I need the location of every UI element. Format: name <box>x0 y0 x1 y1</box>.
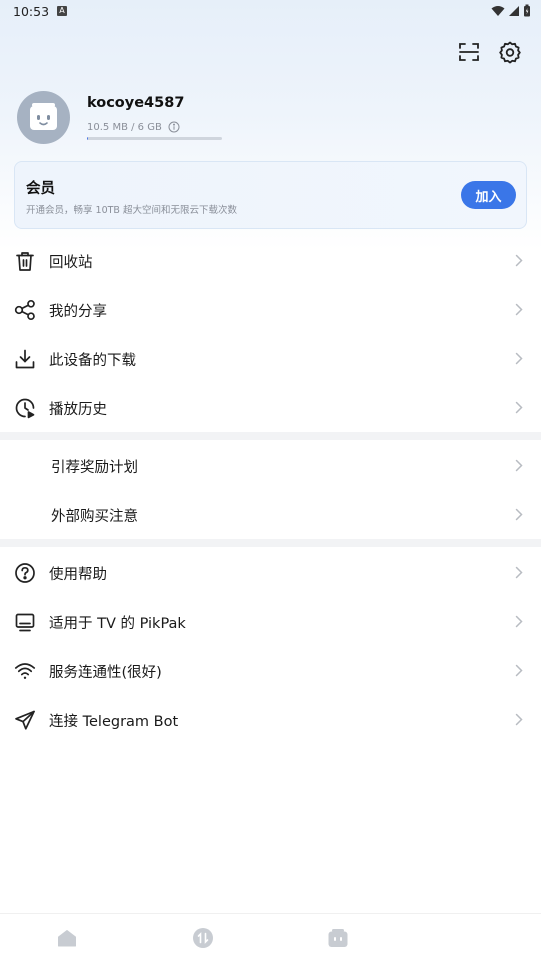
menu-item-external-purchase-notice[interactable]: 外部购买注意 <box>0 490 541 539</box>
history-icon <box>15 398 35 419</box>
section-divider <box>0 432 541 440</box>
storage-text: 10.5 MB / 6 GB <box>87 121 162 133</box>
nav-tab-profile[interactable] <box>326 926 350 950</box>
vip-title: 会员 <box>26 181 55 197</box>
status-time: 10:53 <box>13 4 50 19</box>
notification-badge: A <box>57 6 67 16</box>
help-icon <box>15 563 35 583</box>
storage-info: 10.5 MB / 6 GB <box>87 121 180 133</box>
home-icon <box>58 930 76 947</box>
trash-icon <box>16 252 34 271</box>
chevron-right-icon <box>515 352 523 365</box>
chevron-right-icon <box>515 303 523 316</box>
menu-item-device-downloads[interactable]: 此设备的下载 <box>0 334 541 383</box>
section-divider <box>0 539 541 547</box>
chevron-right-icon <box>515 254 523 267</box>
status-icons <box>491 4 531 17</box>
menu-item-label: 适用于 TV 的 PikPak <box>49 616 186 632</box>
nav-tab-transfer[interactable] <box>191 926 215 950</box>
vip-description: 开通会员，畅享 10TB 超大空间和无限云下载次数 <box>26 205 237 216</box>
menu-item-label: 播放历史 <box>49 402 107 418</box>
menu-item-label: 连接 Telegram Bot <box>49 714 179 730</box>
chevron-right-icon <box>515 566 523 579</box>
menu-item-recycle-bin[interactable]: 回收站 <box>0 236 541 285</box>
avatar-robot-icon <box>30 103 57 130</box>
signal-icon <box>509 5 519 16</box>
chevron-right-icon <box>515 508 523 521</box>
chevron-right-icon <box>515 401 523 414</box>
menu-item-label: 引荐奖励计划 <box>51 460 138 476</box>
nav-tab-home[interactable] <box>55 926 79 950</box>
username[interactable]: kocoye4587 <box>87 95 184 111</box>
battery-icon <box>524 4 530 17</box>
chevron-right-icon <box>515 664 523 677</box>
menu-item-label: 此设备的下载 <box>49 353 136 369</box>
menu-item-help[interactable]: 使用帮助 <box>0 548 541 597</box>
menu-item-label: 使用帮助 <box>49 567 107 583</box>
avatar[interactable] <box>17 91 70 144</box>
bottom-nav <box>0 913 541 964</box>
chevron-right-icon <box>515 713 523 726</box>
info-icon[interactable] <box>168 121 180 133</box>
menu-item-label: 外部购买注意 <box>51 509 138 525</box>
chevron-right-icon <box>515 459 523 472</box>
gear-icon <box>499 41 521 64</box>
vip-card[interactable]: 会员 开通会员，畅享 10TB 超大空间和无限云下载次数 加入 <box>14 161 527 229</box>
wifi-status-icon <box>491 5 505 16</box>
scan-icon <box>459 43 479 61</box>
vip-join-button[interactable]: 加入 <box>461 181 516 209</box>
menu-item-service-connectivity[interactable]: 服务连通性(很好) <box>0 646 541 695</box>
storage-progress-bar <box>87 137 222 140</box>
menu-item-my-shares[interactable]: 我的分享 <box>0 285 541 334</box>
menu-item-label: 我的分享 <box>49 304 107 320</box>
menu-item-referral-program[interactable]: 引荐奖励计划 <box>0 441 541 490</box>
menu-item-play-history[interactable]: 播放历史 <box>0 383 541 432</box>
tv-icon <box>15 613 35 632</box>
menu-item-label: 回收站 <box>49 255 93 271</box>
share-icon <box>14 299 35 321</box>
scan-button[interactable] <box>455 38 483 66</box>
profile-tab-icon <box>328 929 348 947</box>
transfer-icon <box>193 928 213 948</box>
wifi-icon <box>14 663 36 679</box>
settings-button[interactable] <box>496 38 524 66</box>
menu-item-telegram-bot[interactable]: 连接 Telegram Bot <box>0 695 541 744</box>
download-icon <box>15 349 35 369</box>
menu-item-label: 服务连通性(很好) <box>49 665 162 681</box>
storage-progress-fill <box>87 137 89 140</box>
status-bar: 10:53 A <box>0 0 541 24</box>
chevron-right-icon <box>515 615 523 628</box>
telegram-icon <box>15 710 35 730</box>
menu-item-pikpak-tv[interactable]: 适用于 TV 的 PikPak <box>0 597 541 646</box>
